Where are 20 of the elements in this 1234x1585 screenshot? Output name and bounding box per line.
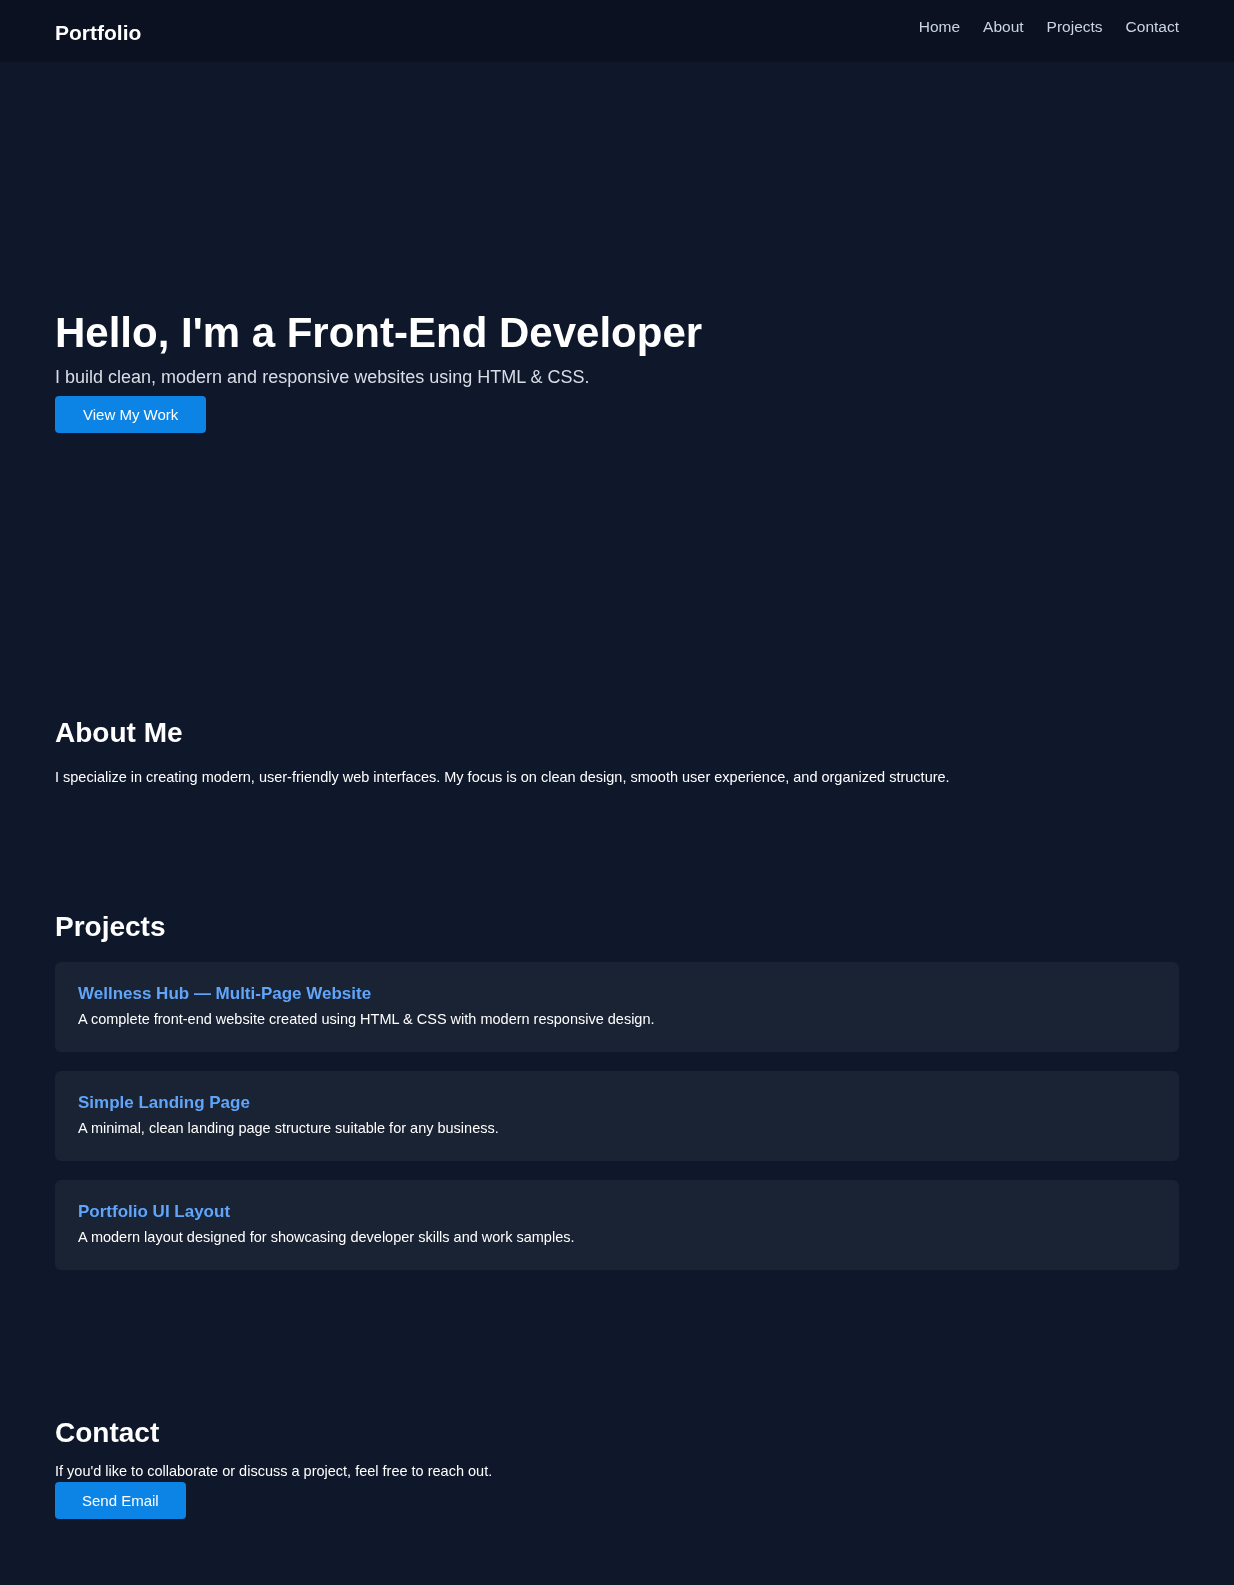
about-text: I specialize in creating modern, user-friendly web interfaces. My focus is on clean design, smooth user experience, and organized structure. xyxy=(55,769,951,785)
hero-subtitle: I build clean, modern and responsive websites using HTML & CSS. xyxy=(55,367,590,388)
section-title: About Me xyxy=(55,717,184,749)
project-description: A complete front-end website created using HTML & CSS with modern responsive design. xyxy=(78,1011,656,1027)
section-title: Contact xyxy=(55,1417,161,1449)
view-work-button[interactable]: View My Work xyxy=(55,396,207,433)
nav-link[interactable]: Contact xyxy=(1125,18,1179,36)
nav-link[interactable]: Projects xyxy=(1046,18,1103,36)
nav-link[interactable]: Home xyxy=(918,18,961,36)
hero-title: Hello, I'm a Front-End Developer xyxy=(55,309,703,357)
project-title: Wellness Hub — Multi-Page Website xyxy=(78,984,373,1004)
site-logo[interactable]: Portfolio xyxy=(55,21,142,45)
section-title: Projects xyxy=(55,911,167,943)
nav-link[interactable]: About xyxy=(983,18,1024,36)
project-title: Portfolio UI Layout xyxy=(78,1202,232,1222)
send-email-button[interactable]: Send Email xyxy=(55,1482,186,1519)
contact-text: If you'd like to collaborate or discuss a project, feel free to reach out. xyxy=(55,1463,494,1479)
project-title: Simple Landing Page xyxy=(78,1093,251,1113)
project-description: A minimal, clean landing page structure suitable for any business. xyxy=(78,1120,500,1136)
project-description: A modern layout designed for showcasing developer skills and work samples. xyxy=(78,1229,576,1245)
